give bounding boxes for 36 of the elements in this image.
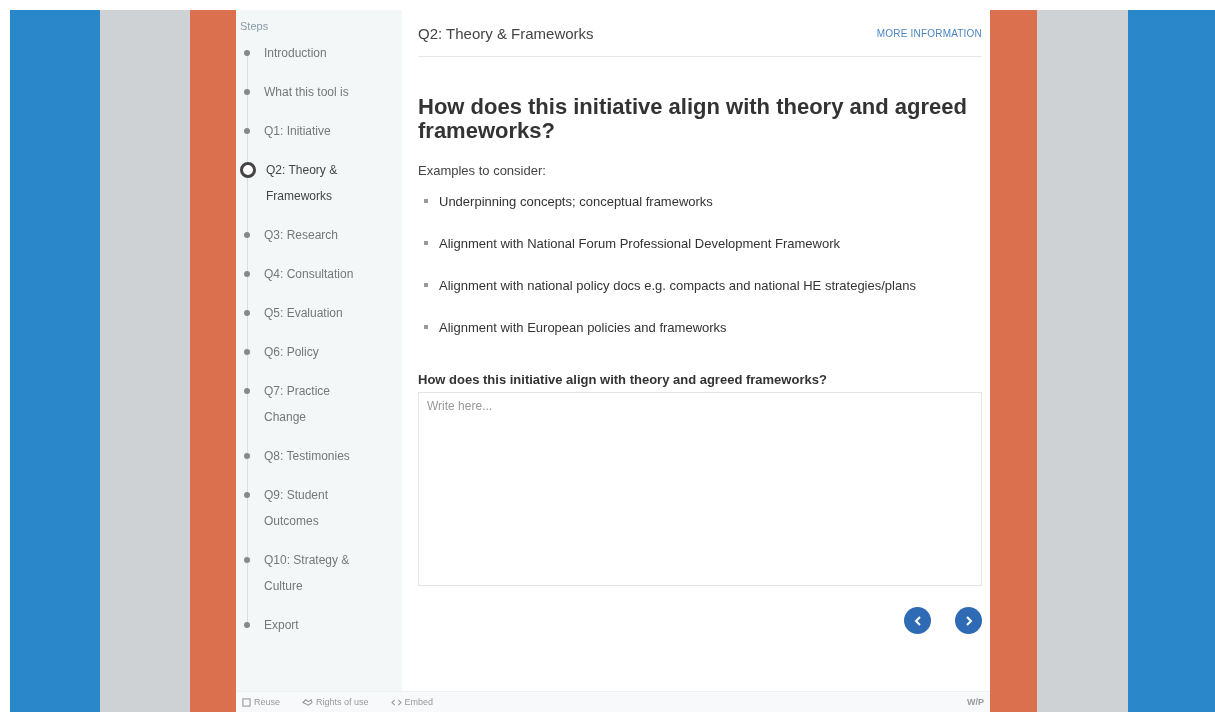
step-link[interactable]: Q7: Practice Change — [264, 378, 364, 430]
sidebar-title: Steps — [240, 20, 270, 32]
brand-text: W/P — [967, 697, 984, 707]
question-heading: How does this initiative align with theory and agreed frameworks? — [418, 95, 968, 143]
footer-link[interactable]: Rights of use — [302, 697, 369, 707]
intro-text: Examples to consider: — [418, 163, 547, 178]
step-link[interactable]: Q9: Student Outcomes — [264, 482, 364, 534]
code-icon — [390, 697, 402, 707]
footer-link[interactable]: Reuse — [242, 697, 280, 707]
example-text: Alignment with National Forum Professional Development Framework — [439, 235, 840, 253]
square-icon — [242, 697, 251, 707]
step-link[interactable]: Q2: Theory & Frameworks — [266, 157, 366, 209]
bullet-icon — [424, 199, 428, 203]
bullet-icon — [424, 241, 428, 245]
example-text: Alignment with national policy docs e.g. compacts and national HE strategies/plans — [439, 277, 916, 295]
previous-button[interactable] — [904, 607, 931, 634]
more-information-link[interactable]: MORE INFORMATION — [876, 27, 982, 39]
step-link[interactable]: Q3: Research — [264, 222, 364, 248]
step-link[interactable]: Introduction — [264, 40, 364, 66]
example-text: Alignment with European policies and frameworks — [439, 319, 727, 337]
bullet-icon — [424, 325, 428, 329]
next-button[interactable] — [955, 607, 982, 634]
step-link[interactable]: Q5: Evaluation — [264, 300, 364, 326]
answer-label: How does this initiative align with theory and agreed frameworks? — [418, 372, 828, 387]
step-link[interactable]: Export — [264, 612, 364, 638]
answer-box[interactable]: Write here... — [418, 392, 982, 586]
step-link[interactable]: Q10: Strategy & Culture — [264, 547, 364, 599]
step-link[interactable]: What this tool is — [264, 79, 364, 105]
step-link[interactable]: Q6: Policy — [264, 339, 364, 365]
example-text: Underpinning concepts; conceptual frameworks — [439, 193, 713, 211]
section-title: Q2: Theory & Frameworks — [418, 24, 594, 42]
step-link[interactable]: Q4: Consultation — [264, 261, 364, 287]
bullet-icon — [424, 283, 428, 287]
step-link[interactable]: Q1: Initiative — [264, 118, 364, 144]
step-link[interactable]: Q8: Testimonies — [264, 443, 364, 469]
footer-link[interactable]: Embed — [390, 697, 434, 707]
